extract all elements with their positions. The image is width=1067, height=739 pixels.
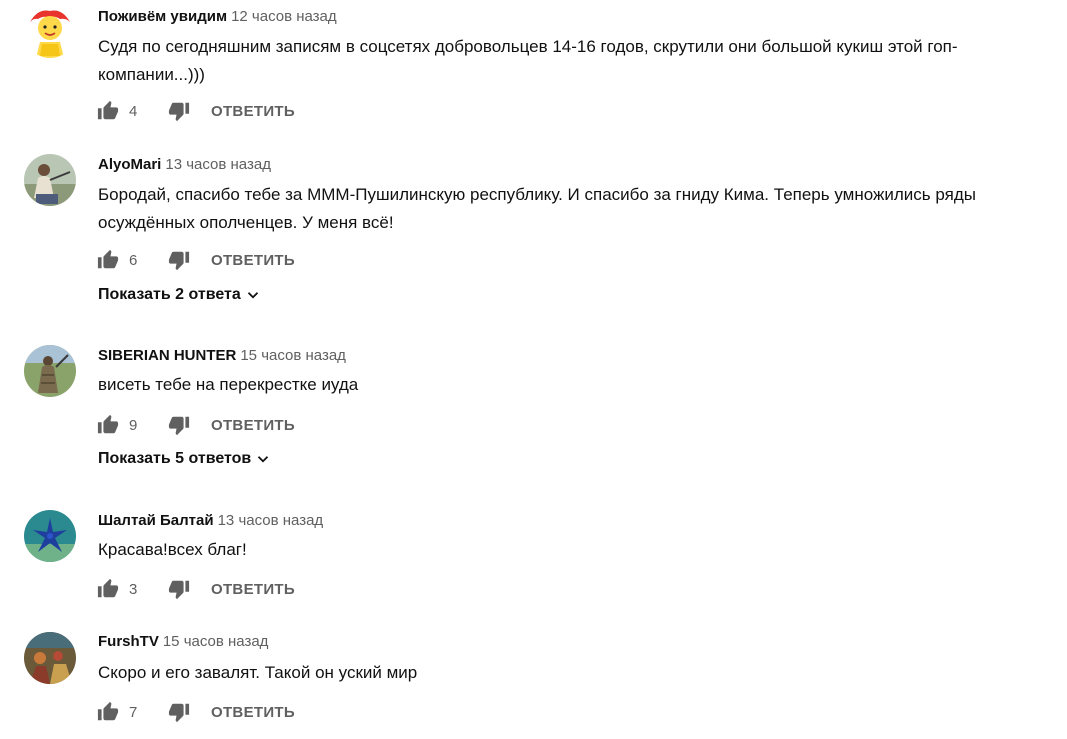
like-button[interactable] (96, 577, 120, 601)
show-replies-button[interactable]: Показать 2 ответа (98, 286, 262, 304)
timestamp[interactable]: 13 часов назад (165, 156, 271, 173)
comment-actions: 3 ОТВЕТИТЬ (96, 577, 295, 601)
comment-header: FurshTV 15 часов назад (98, 632, 268, 652)
comment-header: Шалтай Балтай 13 часов назад (98, 511, 323, 531)
thumbs-up-icon (97, 578, 119, 598)
thumbs-down-icon (168, 102, 190, 122)
author-name[interactable]: AlyoMari (98, 156, 161, 173)
thumbs-down-icon (168, 251, 190, 271)
dislike-button[interactable] (167, 248, 191, 272)
author-name[interactable]: Шалтай Балтай (98, 512, 214, 529)
like-button[interactable] (96, 248, 120, 272)
comment-actions: 9 ОТВЕТИТЬ (96, 413, 295, 437)
comment-actions: 7 ОТВЕТИТЬ (96, 700, 295, 724)
avatar[interactable] (24, 154, 76, 206)
comment-header: AlyoMari 13 часов назад (98, 155, 271, 175)
thumbs-down-icon (168, 416, 190, 436)
like-button[interactable] (96, 700, 120, 724)
like-count: 9 (129, 416, 138, 434)
chevron-down-icon (247, 292, 258, 299)
author-name[interactable]: Поживём увидим (98, 8, 227, 25)
comment-text: Скоро и его завалят. Такой он уский мир (98, 663, 418, 682)
reply-button[interactable]: ОТВЕТИТЬ (211, 103, 295, 120)
person-photo-avatar-icon (24, 154, 76, 206)
comment-actions: 4 ОТВЕТИТЬ (96, 99, 295, 123)
like-count: 6 (129, 251, 138, 269)
avatar[interactable] (24, 510, 76, 562)
reply-button[interactable]: ОТВЕТИТЬ (211, 704, 295, 721)
painting-avatar-icon (24, 632, 76, 684)
reply-button[interactable]: ОТВЕТИТЬ (211, 252, 295, 269)
thumbs-down-icon (168, 703, 190, 723)
comment-text: Судя по сегодняшним записям в соцсетях д… (98, 37, 958, 84)
timestamp[interactable]: 13 часов назад (218, 512, 324, 529)
author-name[interactable]: FurshTV (98, 633, 159, 650)
comment-header: Поживём увидим 12 часов назад (98, 7, 337, 27)
thumbs-up-icon (97, 100, 119, 120)
chevron-down-icon (258, 456, 269, 463)
hunter-photo-avatar-icon (24, 345, 76, 397)
like-button[interactable] (96, 413, 120, 437)
thumbs-up-icon (97, 701, 119, 721)
dislike-button[interactable] (167, 700, 191, 724)
thumbs-up-icon (97, 414, 119, 434)
cartoon-child-avatar-icon (24, 6, 76, 58)
dislike-button[interactable] (167, 99, 191, 123)
show-replies-label: Показать 2 ответа (98, 286, 241, 303)
show-replies-button[interactable]: Показать 5 ответов (98, 450, 272, 468)
reply-button[interactable]: ОТВЕТИТЬ (211, 581, 295, 598)
timestamp[interactable]: 15 часов назад (163, 633, 269, 650)
comment-header: SIBERIAN HUNTER 15 часов назад (98, 346, 346, 366)
author-name[interactable]: SIBERIAN HUNTER (98, 347, 236, 364)
thumbs-down-icon (168, 580, 190, 600)
dislike-button[interactable] (167, 577, 191, 601)
avatar[interactable] (24, 6, 76, 58)
like-count: 4 (129, 102, 138, 120)
dislike-button[interactable] (167, 413, 191, 437)
like-button[interactable] (96, 99, 120, 123)
timestamp[interactable]: 12 часов назад (231, 8, 337, 25)
show-replies-label: Показать 5 ответов (98, 450, 252, 467)
thumbs-up-icon (97, 249, 119, 269)
like-count: 3 (129, 580, 138, 598)
avatar[interactable] (24, 632, 76, 684)
avatar[interactable] (24, 345, 76, 397)
comment-actions: 6 ОТВЕТИТЬ (96, 248, 295, 272)
timestamp[interactable]: 15 часов назад (240, 347, 346, 364)
comment-text: висеть тебе на перекрестке иуда (98, 375, 359, 394)
reply-button[interactable]: ОТВЕТИТЬ (211, 417, 295, 434)
comment-text: Красава!всех благ! (98, 540, 247, 559)
comment-text: Бородай, спасибо тебе за МММ-Пушилинскую… (98, 185, 976, 232)
like-count: 7 (129, 703, 138, 721)
starfish-photo-avatar-icon (24, 510, 76, 562)
